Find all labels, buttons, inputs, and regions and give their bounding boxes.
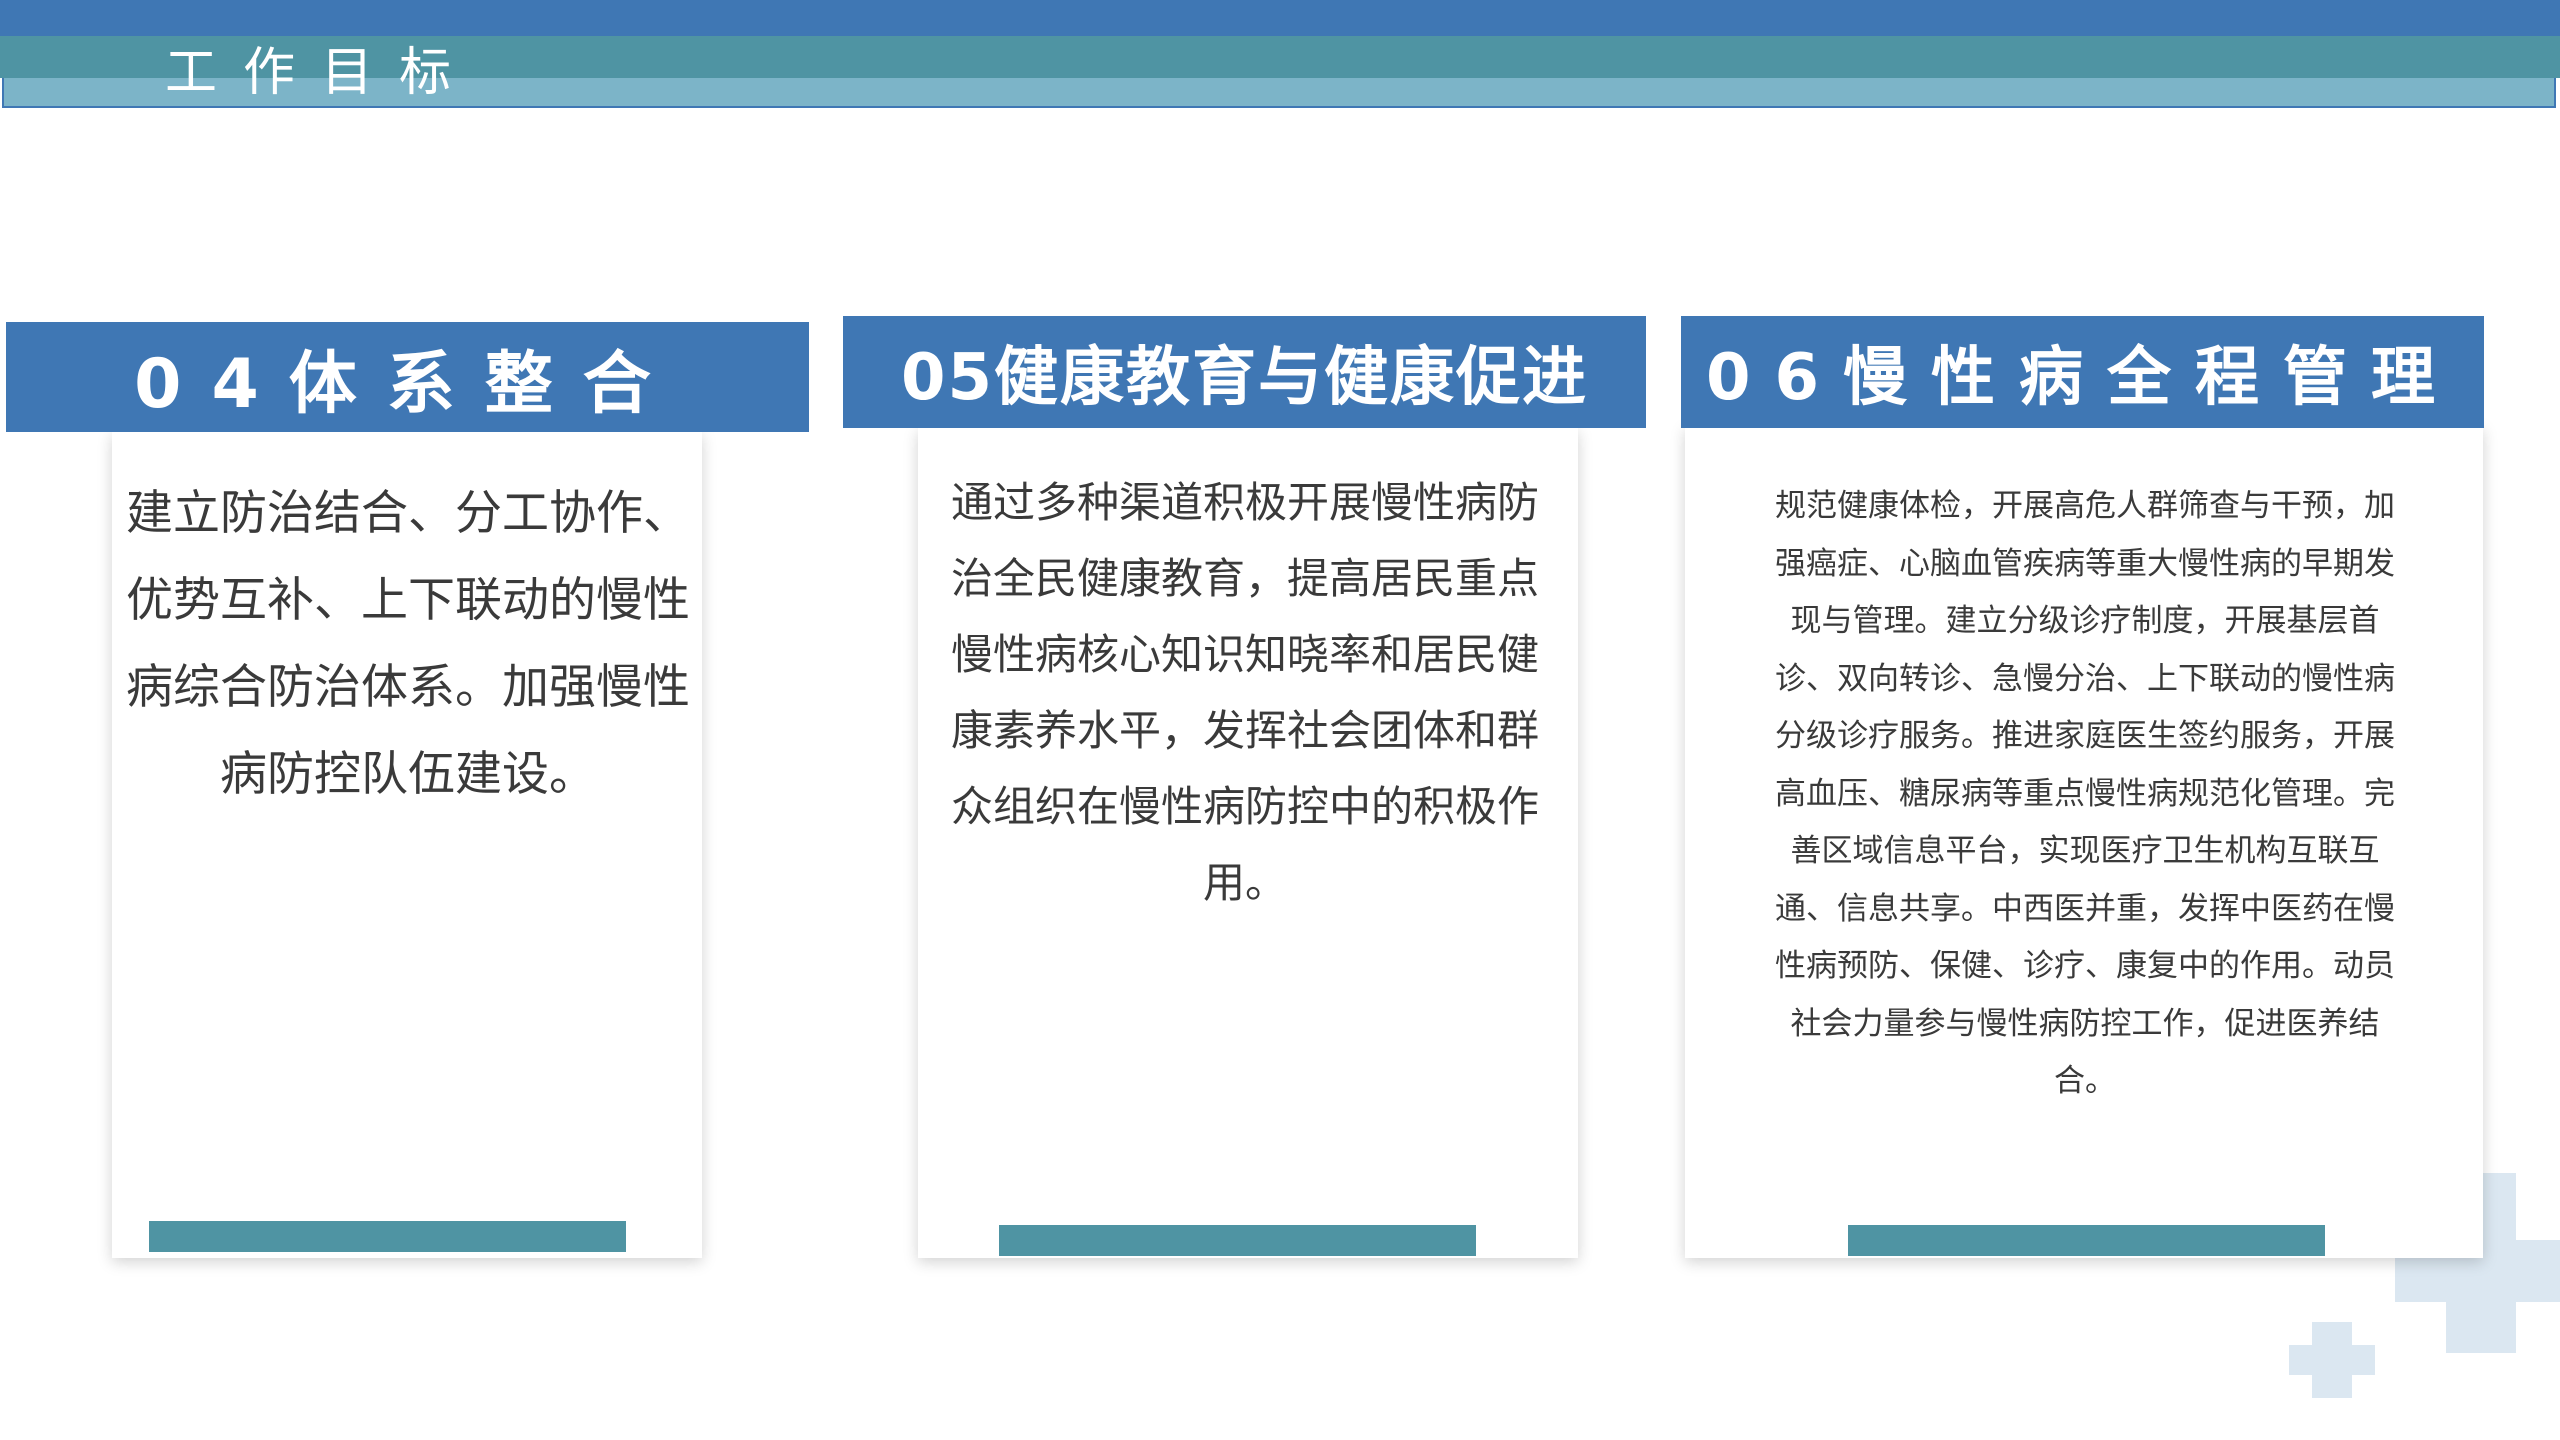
goal-card-04-text: 建立防治结合、分工协作、优势互补、上下联动的慢性病综合防治体系。加强慢性病防控队… <box>126 486 690 802</box>
goal-card-04-heading: 04体系整合 <box>6 322 809 432</box>
goal-card-05-footer-bar <box>999 1225 1476 1256</box>
goal-card-05-heading: 05健康教育与健康促进 <box>843 316 1646 428</box>
goal-card-06-heading: 06慢性病全程管理 <box>1681 316 2484 428</box>
page-title: 工作目标 <box>165 43 478 103</box>
goal-card-04-footer-bar <box>149 1221 626 1252</box>
goal-card-06-footer-bar <box>1848 1225 2325 1256</box>
slide: 工作目标 04体系整合 建立防治结合、分工协作、优势互补、上下联动的慢性病综合防… <box>0 0 2560 1440</box>
goal-card-05-text: 通过多种渠道积极开展慢性病防治全民健康教育，提高居民重点慢性病核心知识知晓率和居… <box>950 478 1539 907</box>
header-band-top <box>0 0 2560 36</box>
goal-card-06-text: 规范健康体检，开展高危人群筛查与干预，加强癌症、心脑血管疾病等重大慢性病的早期发… <box>1775 488 2395 1099</box>
